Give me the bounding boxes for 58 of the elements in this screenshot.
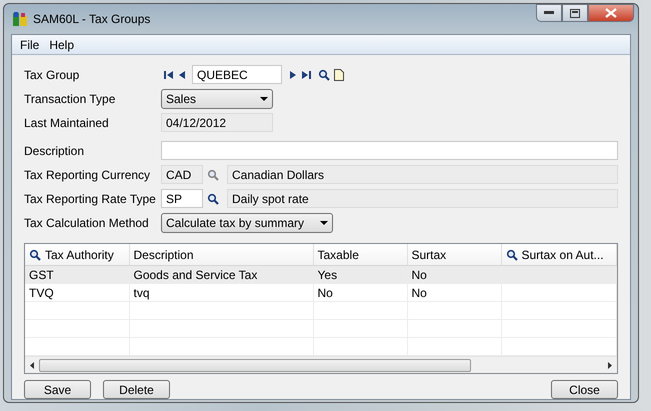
maximize-icon — [570, 8, 580, 18]
new-document-icon[interactable] — [334, 68, 344, 80]
caret-icon — [320, 220, 328, 224]
transaction-type-dropdown[interactable]: Sales — [161, 88, 273, 108]
table-cell: Goods and Service Tax — [129, 266, 313, 284]
action-button[interactable]: Save — [24, 380, 91, 399]
app-icon — [12, 11, 28, 27]
column-header[interactable]: Tax Authority — [25, 244, 129, 266]
field-label: Tax Group — [24, 68, 80, 82]
table-cell: No — [407, 266, 501, 284]
scroll-left-icon[interactable] — [30, 362, 34, 368]
field-label: Tax Reporting Currency — [24, 168, 152, 182]
field-label: Description — [24, 144, 86, 158]
action-button[interactable]: Delete — [103, 380, 170, 399]
field-label: Tax Calculation Method — [24, 216, 150, 230]
table-cell: No — [313, 284, 407, 302]
rate-type-field[interactable]: SP — [161, 189, 203, 208]
search-icon[interactable] — [318, 68, 330, 80]
last-record-icon[interactable] — [302, 70, 311, 78]
minimize-button[interactable] — [536, 4, 562, 22]
previous-record-icon[interactable] — [179, 70, 185, 78]
rate-type-name-field: Daily spot rate — [227, 189, 618, 208]
currency-name-field: Canadian Dollars — [227, 165, 618, 184]
field-label: Tax Reporting Rate Type — [24, 192, 157, 206]
menu-item[interactable]: Help — [44, 38, 80, 52]
table-cell: TVQ — [25, 284, 129, 302]
last-maintained-field: 04/12/2012 — [161, 113, 273, 132]
header-label: Surtax on Aut... — [522, 248, 604, 262]
column-header[interactable]: Surtax — [407, 244, 501, 266]
field-label: Transaction Type — [24, 92, 116, 106]
calculation-method-dropdown[interactable]: Calculate tax by summary — [161, 212, 333, 232]
close-icon — [605, 8, 617, 18]
first-record-icon[interactable] — [164, 70, 173, 78]
table-row[interactable]: GST Goods and Service Tax Yes No — [25, 266, 616, 284]
column-header[interactable]: Taxable — [313, 244, 407, 266]
tax-group-field[interactable]: QUEBEC — [192, 65, 282, 84]
table-row[interactable]: TVQ tvq No No — [25, 284, 616, 302]
close-button[interactable] — [588, 4, 634, 22]
search-icon[interactable] — [207, 192, 219, 204]
column-header[interactable]: Surtax on Aut... — [501, 244, 616, 266]
next-record-icon[interactable] — [290, 70, 296, 78]
table-cell: Yes — [313, 266, 407, 284]
table-cell: No — [407, 284, 501, 302]
table-cell: GST — [25, 266, 129, 284]
header-label: Tax Authority — [45, 248, 114, 262]
search-icon[interactable] — [29, 248, 41, 260]
field-label: Last Maintained — [24, 116, 110, 130]
table-cell: tvq — [129, 284, 313, 302]
column-header[interactable]: Description — [129, 244, 313, 266]
window-title: SAM60L - Tax Groups — [33, 12, 150, 26]
scroll-right-icon[interactable] — [608, 362, 612, 368]
caret-icon — [260, 96, 268, 100]
action-button[interactable]: Close — [551, 380, 618, 399]
menu-item[interactable]: File — [15, 38, 44, 52]
minimize-icon — [544, 11, 554, 15]
search-icon[interactable] — [506, 248, 518, 260]
currency-code-field: CAD — [161, 165, 203, 184]
maximize-button[interactable] — [562, 4, 588, 22]
